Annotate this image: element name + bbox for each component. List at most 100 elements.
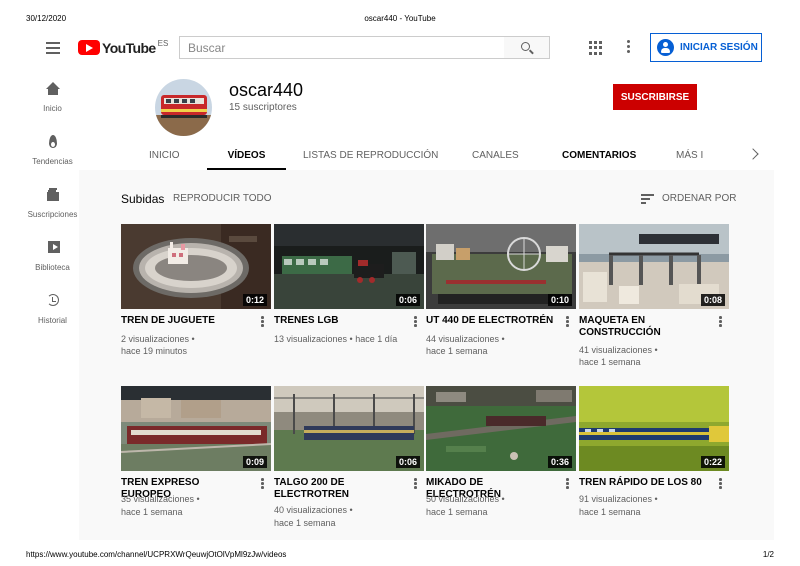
more-vert-icon[interactable] <box>719 316 722 328</box>
subscriptions-icon <box>46 188 60 202</box>
video-views: 35 visualizaciones • <box>121 494 200 504</box>
video-card[interactable]: 0:06 TRENES LGB 13 visualizaciones • hac… <box>274 224 424 344</box>
youtube-logo[interactable]: YouTube ES <box>78 38 168 58</box>
sidebar-item-label: Historial <box>38 316 67 325</box>
video-thumbnail[interactable]: 0:06 <box>274 224 424 309</box>
video-views: 41 visualizaciones • <box>579 345 658 355</box>
youtube-play-icon <box>78 40 100 55</box>
sidebar-item-label: Biblioteca <box>35 263 70 272</box>
search-input[interactable] <box>180 37 504 58</box>
video-duration: 0:06 <box>395 456 420 468</box>
video-views: 2 visualizaciones • <box>121 334 195 344</box>
subscriber-count: 15 suscriptores <box>229 102 297 113</box>
video-age: hace 1 semana <box>426 346 488 356</box>
sidebar-item-historial[interactable]: Historial <box>26 294 79 344</box>
video-card[interactable]: 0:08 MAQUETA EN CONSTRUCCIÓN 41 visualiz… <box>579 224 729 367</box>
print-title: oscar440 - YouTube <box>364 14 436 23</box>
video-thumbnail[interactable]: 0:22 <box>579 386 729 471</box>
chevron-right-icon[interactable] <box>747 148 759 160</box>
more-vert-icon[interactable] <box>261 316 264 328</box>
sidebar-item-label: Suscripciones <box>27 210 78 219</box>
search-box <box>179 36 505 59</box>
video-views: 13 visualizaciones • hace 1 día <box>274 334 398 344</box>
sidebar: Inicio Tendencias Suscripciones Bibliote… <box>26 66 79 540</box>
more-vert-icon[interactable] <box>719 478 722 490</box>
tab-inicio[interactable]: INICIO <box>149 142 180 170</box>
tab-canales[interactable]: CANALES <box>472 142 519 170</box>
menu-icon[interactable] <box>42 39 64 57</box>
tab-mas-info[interactable]: MÁS I <box>676 142 703 170</box>
video-age: hace 1 semana <box>274 518 336 528</box>
channel-name: oscar440 <box>229 80 304 100</box>
video-views: 50 visualizaciones • <box>426 494 505 504</box>
print-page-number: 1/2 <box>762 550 774 559</box>
video-title[interactable]: TALGO 200 DE ELECTROTREN <box>274 477 404 501</box>
video-age: hace 1 semana <box>579 507 641 517</box>
sort-button[interactable]: ORDENAR POR <box>641 191 736 205</box>
sidebar-item-inicio[interactable]: Inicio <box>26 82 79 132</box>
video-thumbnail[interactable]: 0:08 <box>579 224 729 309</box>
flame-icon <box>46 135 60 149</box>
video-card[interactable]: 0:12 TREN DE JUGUETE 2 visualizaciones •… <box>121 224 271 356</box>
video-thumbnail[interactable]: 0:09 <box>121 386 271 471</box>
video-duration: 0:06 <box>395 294 420 306</box>
video-duration: 0:08 <box>700 294 725 306</box>
video-card[interactable]: 0:06 TALGO 200 DE ELECTROTREN 40 visuali… <box>274 386 424 528</box>
sort-icon <box>641 193 654 204</box>
tab-videos[interactable]: VÍDEOS <box>207 142 286 170</box>
more-vert-icon[interactable] <box>414 316 417 328</box>
more-vert-icon[interactable] <box>627 40 631 56</box>
video-duration: 0:09 <box>242 456 267 468</box>
play-all-link[interactable]: REPRODUCIR TODO <box>173 193 272 204</box>
sidebar-item-label: Inicio <box>43 104 62 113</box>
videos-section: Subidas REPRODUCIR TODO ORDENAR POR 0:12… <box>79 170 774 540</box>
video-views: 44 visualizaciones • <box>426 334 505 344</box>
video-title[interactable]: MAQUETA EN CONSTRUCCIÓN <box>579 315 709 339</box>
video-thumbnail[interactable]: 0:06 <box>274 386 424 471</box>
tab-comentarios[interactable]: COMENTARIOS <box>562 142 636 170</box>
video-card[interactable]: 0:10 UT 440 DE ELECTROTRÉN 44 visualizac… <box>426 224 576 356</box>
apps-grid-icon[interactable] <box>589 41 603 55</box>
video-card[interactable]: 0:09 TREN EXPRESO EUROPEO 35 visualizaci… <box>121 386 271 517</box>
section-title: Subidas <box>121 192 165 206</box>
video-duration: 0:10 <box>547 294 572 306</box>
sort-label: ORDENAR POR <box>662 192 737 204</box>
sidebar-item-tendencias[interactable]: Tendencias <box>26 135 79 185</box>
more-vert-icon[interactable] <box>261 478 264 490</box>
sidebar-item-biblioteca[interactable]: Biblioteca <box>26 241 79 291</box>
library-icon <box>46 241 60 255</box>
video-card[interactable]: 0:22 TREN RÁPIDO DE LOS 80 91 visualizac… <box>579 386 729 517</box>
signin-label: INICIAR SESIÓN <box>680 42 758 53</box>
video-age: hace 1 semana <box>121 507 183 517</box>
print-header: 30/12/2020 oscar440 - YouTube <box>0 0 800 30</box>
print-footer: https://www.youtube.com/channel/UCPRXWrQ… <box>0 544 800 566</box>
masthead: YouTube ES INICIAR SESIÓN <box>26 30 774 66</box>
video-title[interactable]: UT 440 DE ELECTROTRÉN <box>426 315 556 327</box>
subscribe-button[interactable]: SUSCRIBIRSE <box>613 84 697 110</box>
video-card[interactable]: 0:36 MIKADO DE ELECTROTRÉN 50 visualizac… <box>426 386 576 517</box>
country-code: ES <box>157 39 169 48</box>
more-vert-icon[interactable] <box>414 478 417 490</box>
video-title[interactable]: TRENES LGB <box>274 315 404 327</box>
video-age: hace 1 semana <box>426 507 488 517</box>
signin-button[interactable]: INICIAR SESIÓN <box>650 33 762 62</box>
more-vert-icon[interactable] <box>566 316 569 328</box>
home-icon <box>46 82 60 96</box>
video-views: 91 visualizaciones • <box>579 494 658 504</box>
video-title[interactable]: TREN RÁPIDO DE LOS 80 <box>579 477 709 489</box>
search-button[interactable] <box>504 36 550 59</box>
youtube-page: YouTube ES INICIAR SESIÓN Inicio Tendenc… <box>26 30 774 540</box>
video-views: 40 visualizaciones • <box>274 505 353 515</box>
channel-avatar[interactable] <box>155 79 212 136</box>
sidebar-item-suscripciones[interactable]: Suscripciones <box>26 188 79 238</box>
video-thumbnail[interactable]: 0:36 <box>426 386 576 471</box>
sidebar-item-label: Tendencias <box>32 157 73 166</box>
video-title[interactable]: TREN DE JUGUETE <box>121 315 251 327</box>
tab-listas[interactable]: LISTAS DE REPRODUCCIÓN <box>303 142 438 170</box>
more-vert-icon[interactable] <box>566 478 569 490</box>
video-thumbnail[interactable]: 0:10 <box>426 224 576 309</box>
video-duration: 0:22 <box>700 456 725 468</box>
channel-header: oscar440 15 suscriptores SUSCRIBIRSE INI… <box>79 66 774 170</box>
video-thumbnail[interactable]: 0:12 <box>121 224 271 309</box>
logo-text: YouTube <box>102 40 156 56</box>
